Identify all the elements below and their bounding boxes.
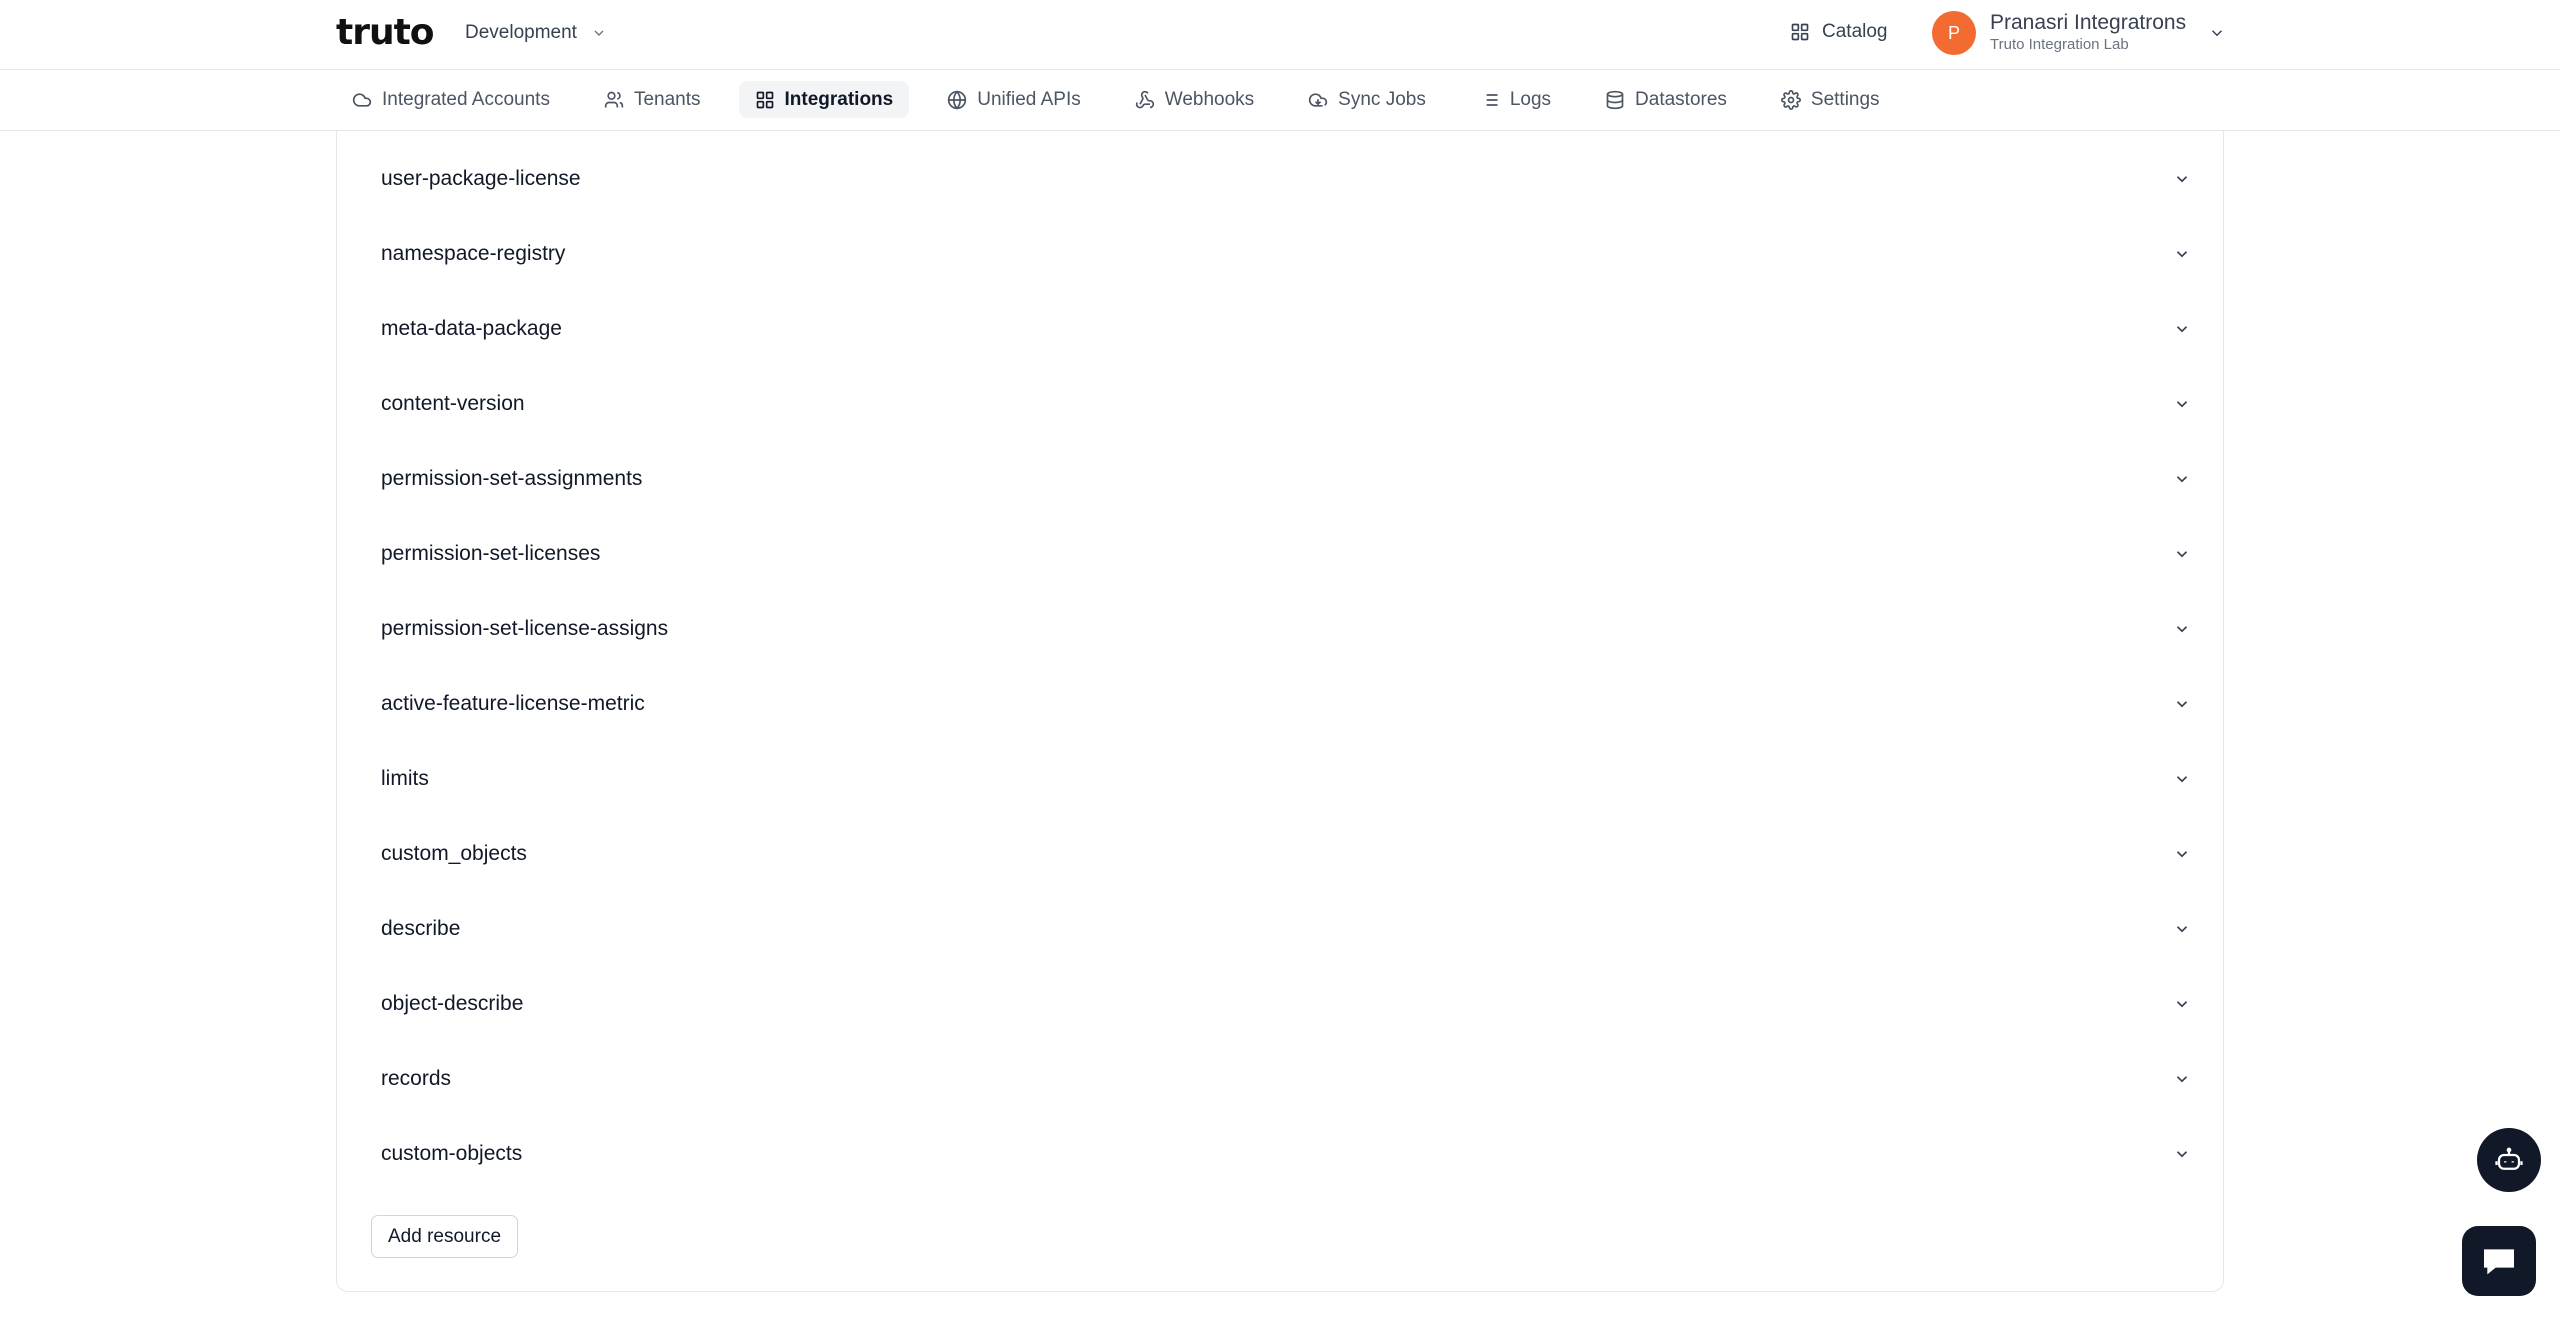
chevron-down-icon [2176, 700, 2188, 707]
cloud-icon [352, 92, 372, 107]
user-menu[interactable]: P Pranasri Integratrons Truto Integratio… [1932, 10, 2226, 56]
nav-settings[interactable]: Settings [1765, 81, 1896, 118]
resource-name: active-feature-license-metric [381, 691, 645, 715]
resource-row[interactable]: permission-set-licenses [337, 516, 2225, 591]
nav-unified-apis[interactable]: Unified APIs [931, 81, 1097, 118]
resource-row[interactable]: user-package-license [337, 141, 2225, 216]
resource-row[interactable]: describe [337, 891, 2225, 966]
main-nav: Integrated Accounts Tenants Integrations… [0, 70, 2560, 131]
resource-name: permission-set-license-assigns [381, 616, 669, 640]
resource-name: custom_objects [381, 841, 527, 865]
resource-name: user-package-license [381, 166, 581, 190]
top-header: truto Development Catalog P Pranasri Int… [0, 0, 2560, 70]
nav-webhooks[interactable]: Webhooks [1119, 81, 1270, 118]
catalog-label: Catalog [1822, 21, 1888, 42]
resource-name: meta-data-package [381, 316, 562, 340]
resource-row[interactable]: content-version [337, 366, 2225, 441]
resource-row[interactable]: active-feature-license-metric [337, 666, 2225, 741]
resource-name: object-describe [381, 991, 524, 1015]
user-name: Pranasri Integratrons [1990, 11, 2187, 34]
chat-support-button[interactable] [2462, 1226, 2536, 1296]
add-resource-button[interactable]: Add resource [371, 1215, 519, 1258]
nav-sync-jobs[interactable]: Sync Jobs [1292, 81, 1442, 118]
chevron-down-icon [2176, 1000, 2188, 1007]
user-org: Truto Integration Lab [1990, 36, 2129, 53]
resource-row[interactable]: custom_objects [337, 816, 2225, 891]
avatar-initial: P [1947, 22, 1960, 43]
resource-name: permission-set-licenses [381, 541, 601, 565]
catalog-button[interactable]: Catalog [1790, 16, 1888, 48]
chevron-down-icon [2176, 475, 2188, 482]
resource-row[interactable]: permission-set-assignments [337, 441, 2225, 516]
resource-name: content-version [381, 391, 525, 415]
nav-label: Settings [1810, 88, 1880, 110]
avatar: P [1932, 11, 1976, 55]
resource-row[interactable]: custom-objects [337, 1116, 2225, 1191]
nav-logs[interactable]: Logs [1464, 81, 1567, 118]
chevron-down-icon [2176, 1075, 2188, 1082]
users-icon [604, 91, 624, 107]
nav-datastores[interactable]: Datastores [1589, 81, 1743, 118]
nav-label: Datastores [1635, 88, 1727, 110]
nav-label: Tenants [633, 88, 701, 110]
chevron-down-icon [2176, 1150, 2188, 1157]
resource-name: permission-set-assignments [381, 466, 643, 490]
chevron-down-icon [2176, 250, 2188, 257]
chevron-down-icon [2176, 850, 2188, 857]
resource-row[interactable]: namespace-registry [337, 216, 2225, 291]
resource-row[interactable]: limits [337, 741, 2225, 816]
resource-name: limits [381, 766, 429, 790]
nav-label: Integrated Accounts [382, 88, 550, 110]
chevron-down-icon [2176, 400, 2188, 407]
grid-icon [1791, 23, 1809, 41]
resource-row[interactable]: object-describe [337, 966, 2225, 1041]
resource-row[interactable]: permission-set-license-assigns [337, 591, 2225, 666]
chevron-down-icon [2212, 30, 2223, 37]
chevron-down-icon [594, 30, 604, 36]
logo-text: truto [336, 11, 435, 53]
chevron-down-icon [2176, 175, 2188, 182]
nav-label: Integrations [784, 88, 894, 110]
gear-icon [1780, 89, 1801, 110]
nav-integrations[interactable]: Integrations [738, 81, 910, 118]
chevron-down-icon [2176, 925, 2188, 932]
resource-row[interactable]: records [337, 1041, 2225, 1116]
chevron-down-icon [2176, 625, 2188, 632]
nav-label: Sync Jobs [1338, 88, 1426, 110]
chat-icon [2484, 1249, 2514, 1275]
grid-icon [756, 91, 773, 108]
resource-name: records [381, 1066, 452, 1090]
database-icon [1606, 90, 1624, 109]
sync-icon [1309, 92, 1328, 107]
bot-icon [2495, 1147, 2523, 1170]
nav-integrated-accounts[interactable]: Integrated Accounts [336, 81, 566, 118]
nav-label: Webhooks [1164, 88, 1255, 110]
chevron-down-icon [2176, 775, 2188, 782]
globe-icon [948, 89, 967, 110]
resource-name: custom-objects [381, 1141, 523, 1165]
resource-name: namespace-registry [381, 241, 566, 265]
nav-label: Unified APIs [977, 88, 1081, 110]
resource-row[interactable]: meta-data-package [337, 291, 2225, 366]
environment-switcher[interactable]: Development [465, 18, 607, 48]
webhook-icon [1135, 90, 1154, 108]
ai-assistant-button[interactable] [2477, 1128, 2541, 1192]
list-icon [1482, 93, 1498, 106]
nav-tenants[interactable]: Tenants [588, 81, 717, 118]
chevron-down-icon [2176, 550, 2188, 557]
resources-card: user-package-license namespace-registry … [336, 131, 2224, 1292]
truto-logo[interactable]: truto [336, 11, 435, 53]
nav-label: Logs [1509, 88, 1552, 110]
resource-name: describe [381, 916, 461, 940]
chevron-down-icon [2176, 325, 2188, 332]
environment-label: Development [465, 22, 577, 43]
